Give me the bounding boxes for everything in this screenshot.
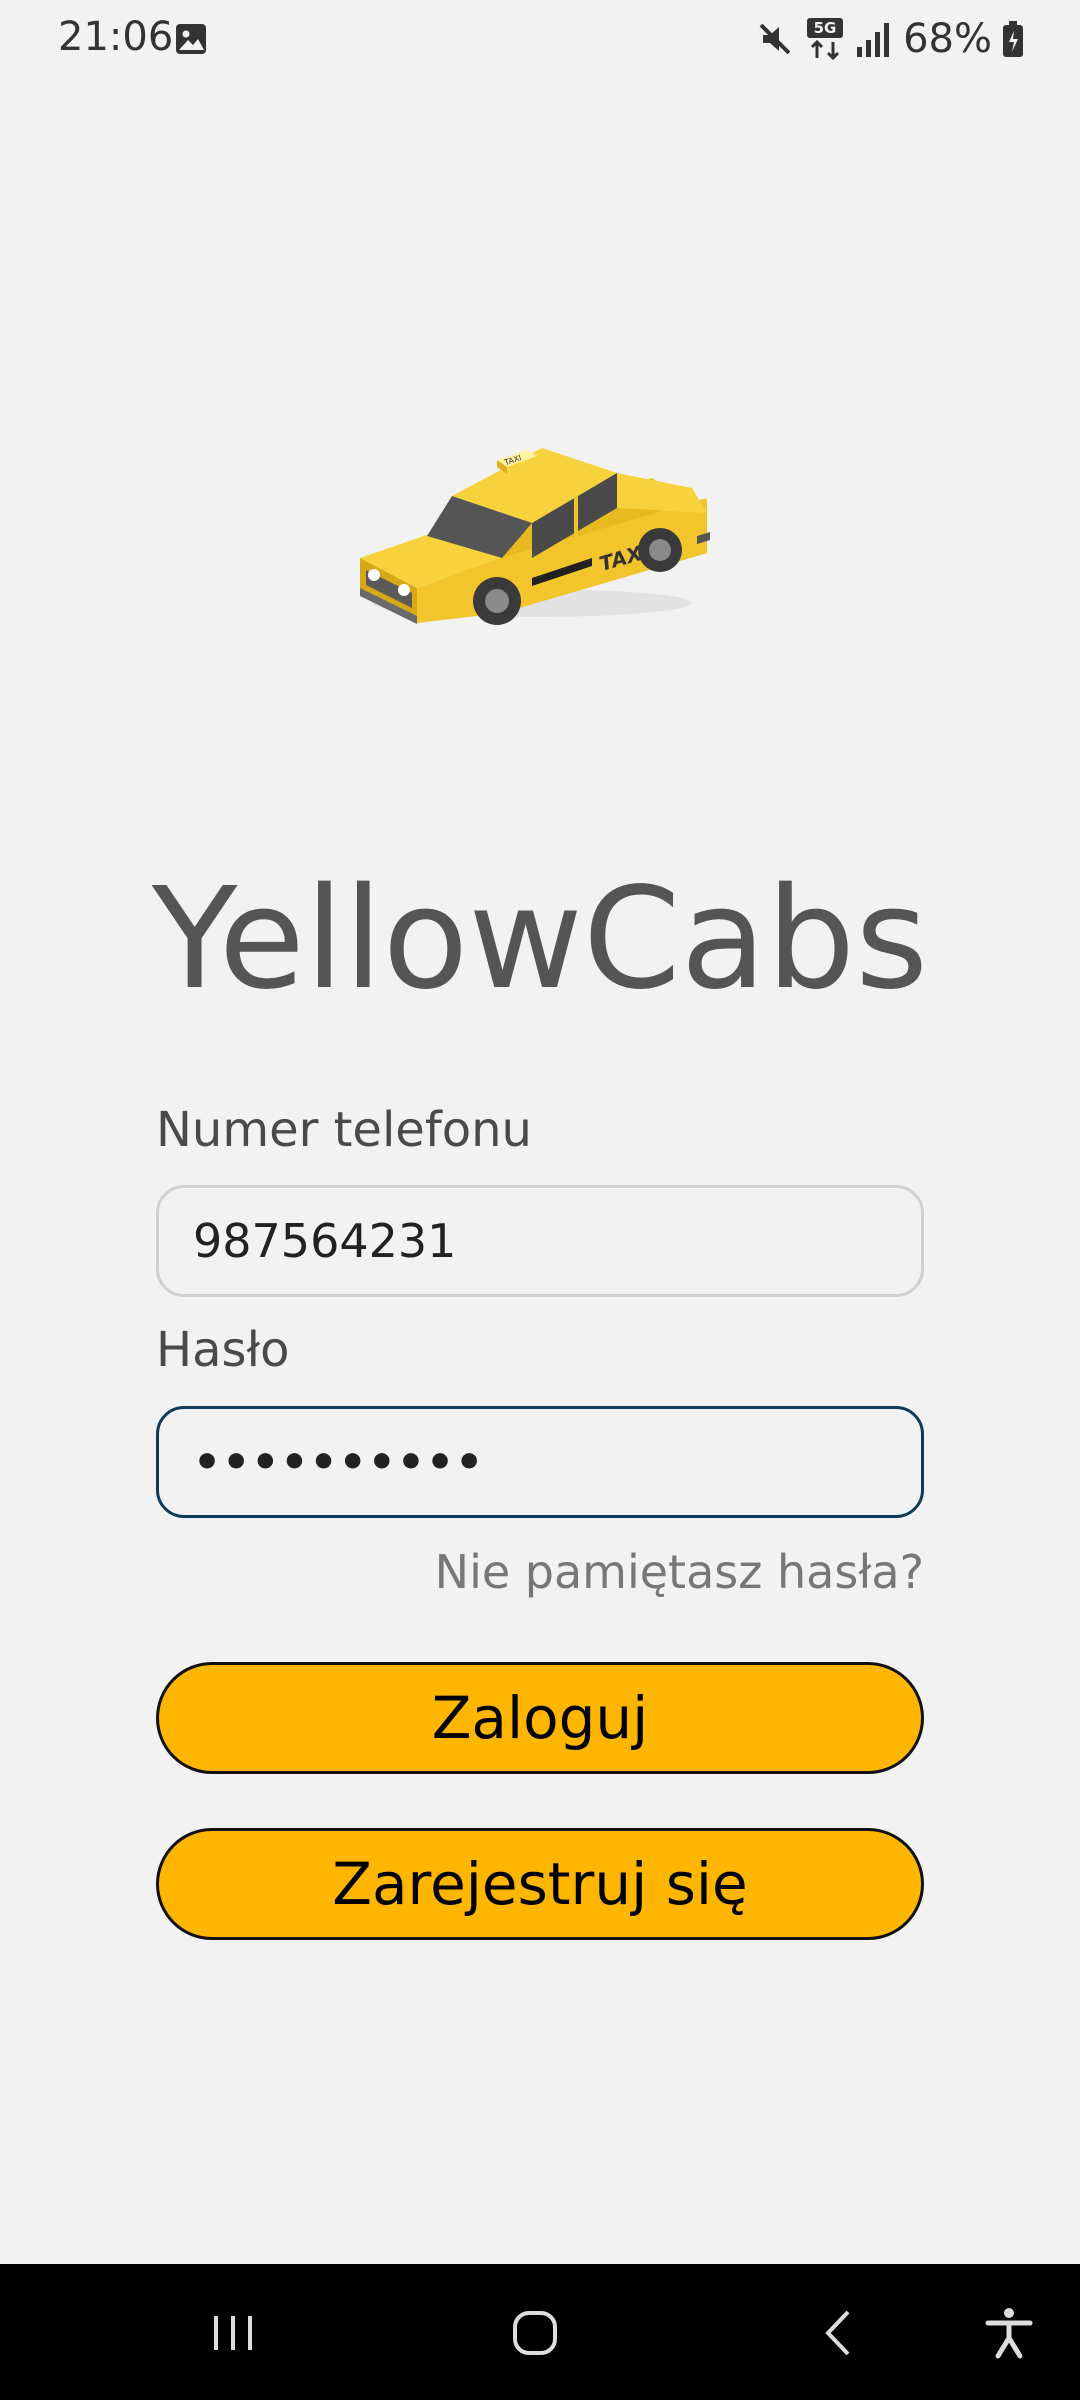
status-time: 21:06	[58, 14, 174, 60]
taxi-car-icon: TAXI TAXI	[360, 448, 710, 625]
login-button[interactable]: Zaloguj	[156, 1662, 924, 1774]
password-input[interactable]: ••••••••••	[156, 1406, 924, 1518]
status-icons: 5G 68%	[755, 14, 1024, 64]
signal-icon	[857, 23, 890, 57]
svg-text:5G: 5G	[814, 19, 837, 37]
mute-icon	[759, 23, 791, 55]
phone-input[interactable]: 987564231	[156, 1185, 924, 1297]
home-icon[interactable]	[500, 2298, 570, 2368]
app-title: YellowCabs	[151, 858, 929, 1021]
recents-icon[interactable]	[198, 2298, 268, 2368]
password-label: Hasło	[156, 1322, 290, 1378]
5g-icon: 5G	[807, 18, 844, 61]
navigation-bar	[0, 2264, 1080, 2400]
status-bar: 21:06 5G 68%	[0, 0, 1080, 80]
back-icon[interactable]	[804, 2298, 874, 2368]
accessibility-icon[interactable]	[974, 2298, 1044, 2368]
register-button[interactable]: Zarejestruj się	[156, 1828, 924, 1940]
battery-percent: 68%	[903, 16, 992, 62]
gallery-icon	[176, 24, 206, 54]
battery-icon	[1003, 21, 1023, 57]
forgot-password-link[interactable]: Nie pamiętasz hasła?	[435, 1545, 924, 1599]
phone-label: Numer telefonu	[156, 1102, 532, 1158]
login-screen: 21:06 5G 68% TAXI TAXI YellowCabs Numer …	[0, 0, 1080, 2400]
